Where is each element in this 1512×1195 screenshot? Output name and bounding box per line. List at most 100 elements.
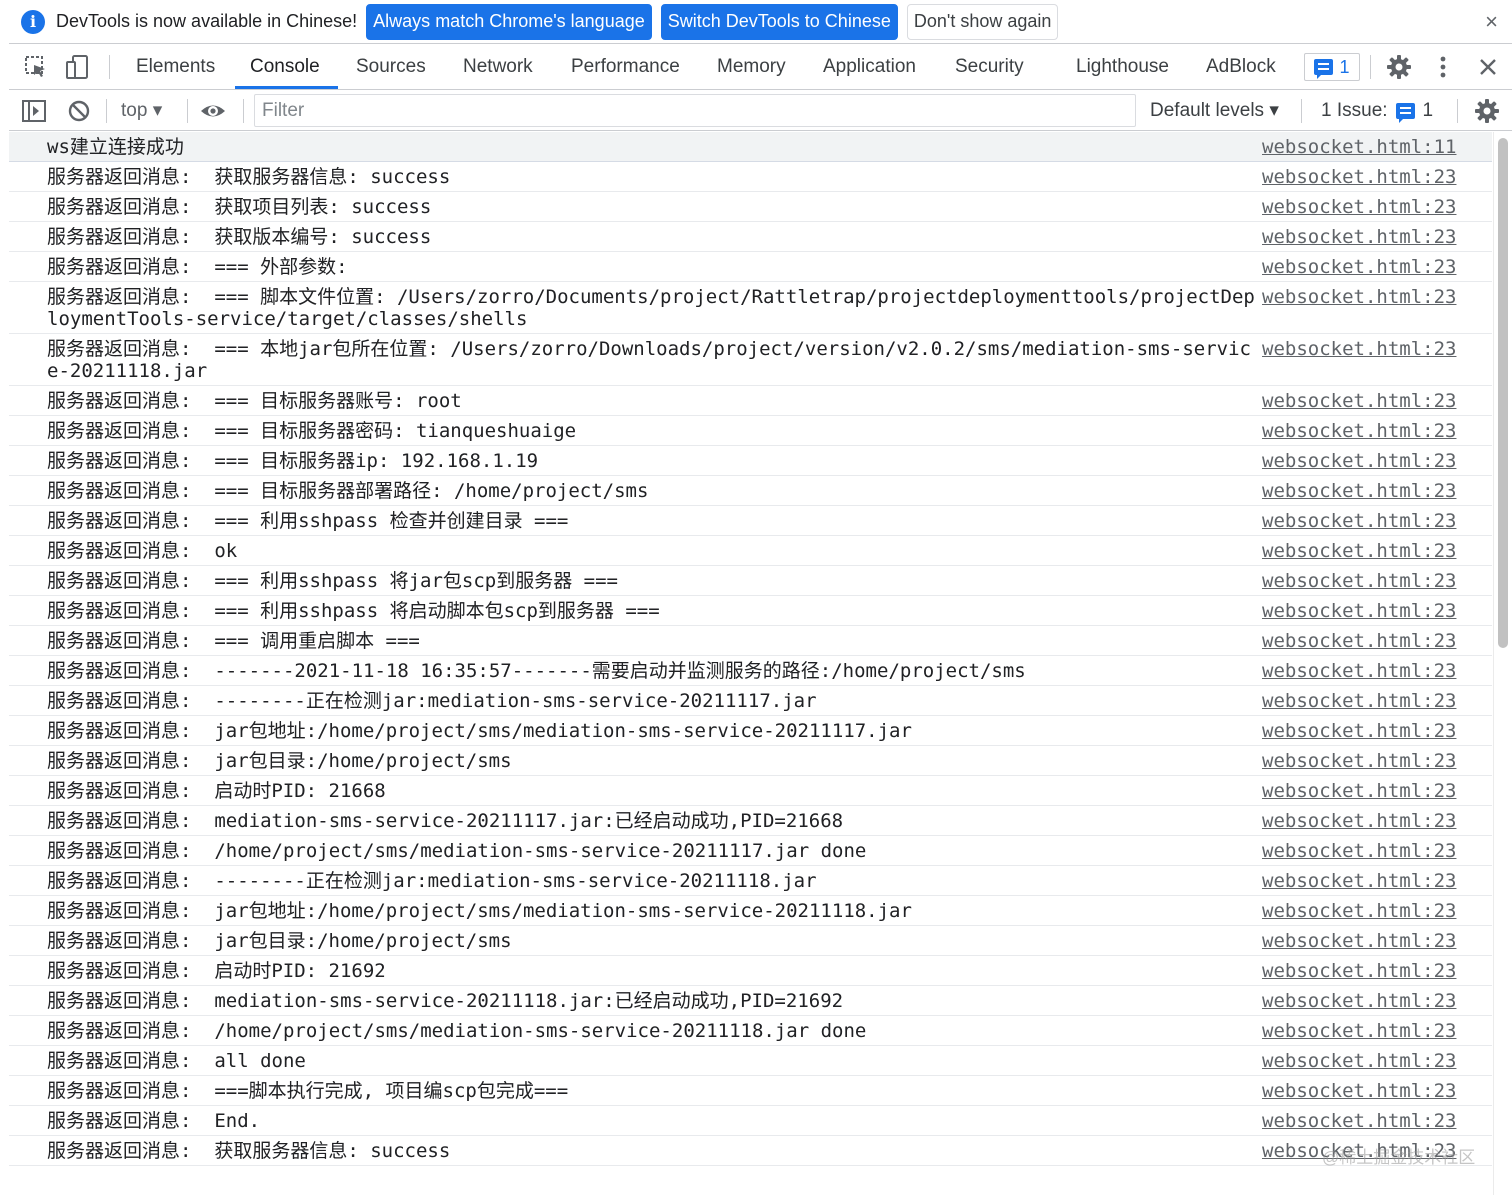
console-scrollbar[interactable]: [1493, 132, 1512, 1195]
console-message: 服务器返回消息: --------正在检测jar:mediation-sms-s…: [47, 690, 817, 712]
tab-lighthouse[interactable]: Lighthouse: [1076, 44, 1169, 90]
source-link[interactable]: websocket.html:23: [1262, 600, 1492, 622]
inspect-element-icon[interactable]: [23, 54, 49, 80]
source-link[interactable]: websocket.html:23: [1262, 256, 1492, 278]
console-settings-gear-icon[interactable]: [1474, 98, 1500, 124]
context-selector-value: top: [121, 100, 148, 121]
source-link[interactable]: websocket.html:23: [1262, 1050, 1492, 1072]
tab-performance[interactable]: Performance: [571, 44, 680, 90]
source-link[interactable]: websocket.html:23: [1262, 450, 1492, 472]
source-link[interactable]: websocket.html:23: [1262, 480, 1492, 502]
console-message: 服务器返回消息: === 本地jar包所在位置: /Users/zorro/Do…: [47, 338, 1251, 382]
chevron-down-icon: ▾: [1269, 100, 1279, 121]
tab-sources[interactable]: Sources: [356, 44, 426, 90]
tab-network[interactable]: Network: [463, 44, 533, 90]
console-log[interactable]: ws建立连接成功 websocket.html:11 服务器返回消息: 获取服务器信…: [9, 132, 1492, 1195]
device-toolbar-icon[interactable]: [64, 54, 90, 80]
source-link[interactable]: websocket.html:23: [1262, 780, 1492, 802]
source-link[interactable]: websocket.html:23: [1262, 540, 1492, 562]
console-toolbar: top ▾ Filter Default levels ▾ 1 Issue: 1: [9, 90, 1512, 131]
console-row: 服务器返回消息: === 目标服务器账号: root websocket.html…: [9, 386, 1492, 416]
console-row: 服务器返回消息: mediation-sms-service-20211118.…: [9, 986, 1492, 1016]
close-devtools-icon[interactable]: [1475, 54, 1501, 80]
source-link[interactable]: websocket.html:23: [1262, 900, 1492, 922]
source-link[interactable]: websocket.html:23: [1262, 1110, 1492, 1132]
console-row: 服务器返回消息: === 调用重启脚本 === websocket.html:23: [9, 626, 1492, 656]
tab-security[interactable]: Security: [955, 44, 1024, 90]
source-link[interactable]: websocket.html:23: [1262, 166, 1492, 188]
console-row: 服务器返回消息: jar包目录:/home/project/sms websock…: [9, 926, 1492, 956]
console-message: 服务器返回消息: === 利用sshpass 将启动脚本包scp到服务器 ===: [47, 600, 660, 622]
source-link[interactable]: websocket.html:23: [1262, 1020, 1492, 1042]
message-icon: [1395, 102, 1415, 123]
active-tab-indicator: [235, 86, 338, 89]
console-row: 服务器返回消息: 启动时PID: 21668 websocket.html:23: [9, 776, 1492, 806]
source-link[interactable]: websocket.html:23: [1262, 870, 1492, 892]
tab-elements[interactable]: Elements: [136, 44, 215, 90]
console-message: 服务器返回消息: ok: [47, 540, 238, 562]
console-row: 服务器返回消息: ok websocket.html:23: [9, 536, 1492, 566]
console-row: 服务器返回消息: 获取项目列表: success websocket.html:2…: [9, 192, 1492, 222]
source-link[interactable]: websocket.html:23: [1262, 286, 1492, 330]
chevron-down-icon: ▾: [152, 100, 163, 121]
source-link[interactable]: websocket.html:23: [1262, 990, 1492, 1012]
source-link[interactable]: websocket.html:23: [1262, 420, 1492, 442]
source-link[interactable]: websocket.html:23: [1262, 750, 1492, 772]
show-sidebar-icon[interactable]: [21, 98, 47, 124]
tab-adblock[interactable]: AdBlock: [1206, 44, 1276, 90]
source-link[interactable]: websocket.html:11: [1262, 136, 1492, 158]
source-link[interactable]: websocket.html:23: [1262, 930, 1492, 952]
source-link[interactable]: websocket.html:23: [1262, 570, 1492, 592]
console-row: 服务器返回消息: === 利用sshpass 将jar包scp到服务器 === w…: [9, 566, 1492, 596]
console-row: 服务器返回消息: === 脚本文件位置: /Users/zorro/Docume…: [9, 282, 1492, 334]
issues-counter-value: 1: [1422, 99, 1434, 121]
console-message: 服务器返回消息: === 外部参数:: [47, 256, 348, 278]
source-link[interactable]: websocket.html:23: [1262, 226, 1492, 248]
separator: [1457, 99, 1458, 123]
console-row: 服务器返回消息: === 目标服务器部署路径: /home/project/sm…: [9, 476, 1492, 506]
always-match-language-button[interactable]: Always match Chrome's language: [366, 3, 652, 40]
clear-console-icon[interactable]: [66, 98, 92, 124]
source-link[interactable]: websocket.html:23: [1262, 390, 1492, 412]
source-link[interactable]: websocket.html:23: [1262, 660, 1492, 682]
source-link[interactable]: websocket.html:23: [1262, 338, 1492, 382]
source-link[interactable]: websocket.html:23: [1262, 196, 1492, 218]
tab-memory[interactable]: Memory: [717, 44, 786, 90]
source-link[interactable]: websocket.html:23: [1262, 720, 1492, 742]
issues-badge[interactable]: 1: [1304, 53, 1360, 81]
source-link[interactable]: websocket.html:23: [1262, 690, 1492, 712]
infobar-message: DevTools is now available in Chinese!: [56, 11, 358, 31]
more-options-icon[interactable]: [1430, 54, 1456, 80]
source-link[interactable]: websocket.html:23: [1262, 840, 1492, 862]
tab-application[interactable]: Application: [823, 44, 916, 90]
separator: [187, 99, 188, 123]
source-link[interactable]: websocket.html:23: [1262, 810, 1492, 832]
console-message: 服务器返回消息: 启动时PID: 21668: [47, 780, 386, 802]
console-row: ws建立连接成功 websocket.html:11: [9, 132, 1492, 162]
scrollbar-thumb[interactable]: [1498, 138, 1508, 648]
console-row: 服务器返回消息: -------2021-11-18 16:35:57-----…: [9, 656, 1492, 686]
issues-badge-count: 1: [1339, 56, 1350, 77]
console-message: 服务器返回消息: /home/project/sms/mediation-sms…: [47, 840, 867, 862]
console-row: 服务器返回消息: === 本地jar包所在位置: /Users/zorro/Do…: [9, 334, 1492, 386]
console-message: 服务器返回消息: 获取项目列表: success: [47, 196, 432, 218]
log-levels-dropdown[interactable]: Default levels ▾: [1150, 90, 1279, 131]
console-row: 服务器返回消息: === 外部参数: websocket.html:23: [9, 252, 1492, 282]
console-message: ws建立连接成功: [47, 136, 184, 158]
tab-console[interactable]: Console: [250, 44, 320, 90]
live-expression-eye-icon[interactable]: [200, 98, 226, 124]
switch-to-chinese-button[interactable]: Switch DevTools to Chinese: [660, 3, 898, 40]
source-link[interactable]: websocket.html:23: [1262, 510, 1492, 532]
issues-counter-button[interactable]: 1 Issue: 1: [1321, 90, 1433, 131]
source-link[interactable]: websocket.html:23: [1262, 1080, 1492, 1102]
settings-gear-icon[interactable]: [1386, 54, 1412, 80]
dont-show-again-button[interactable]: Don't show again: [906, 3, 1059, 40]
console-message: 服务器返回消息: jar包目录:/home/project/sms: [47, 930, 512, 952]
source-link[interactable]: websocket.html:23: [1262, 960, 1492, 982]
separator: [1301, 99, 1302, 123]
source-link[interactable]: websocket.html:23: [1262, 630, 1492, 652]
close-icon[interactable]: ×: [1485, 9, 1498, 35]
context-selector[interactable]: top ▾: [121, 90, 162, 131]
console-message: 服务器返回消息: 启动时PID: 21692: [47, 960, 386, 982]
filter-input[interactable]: Filter: [254, 94, 1136, 127]
